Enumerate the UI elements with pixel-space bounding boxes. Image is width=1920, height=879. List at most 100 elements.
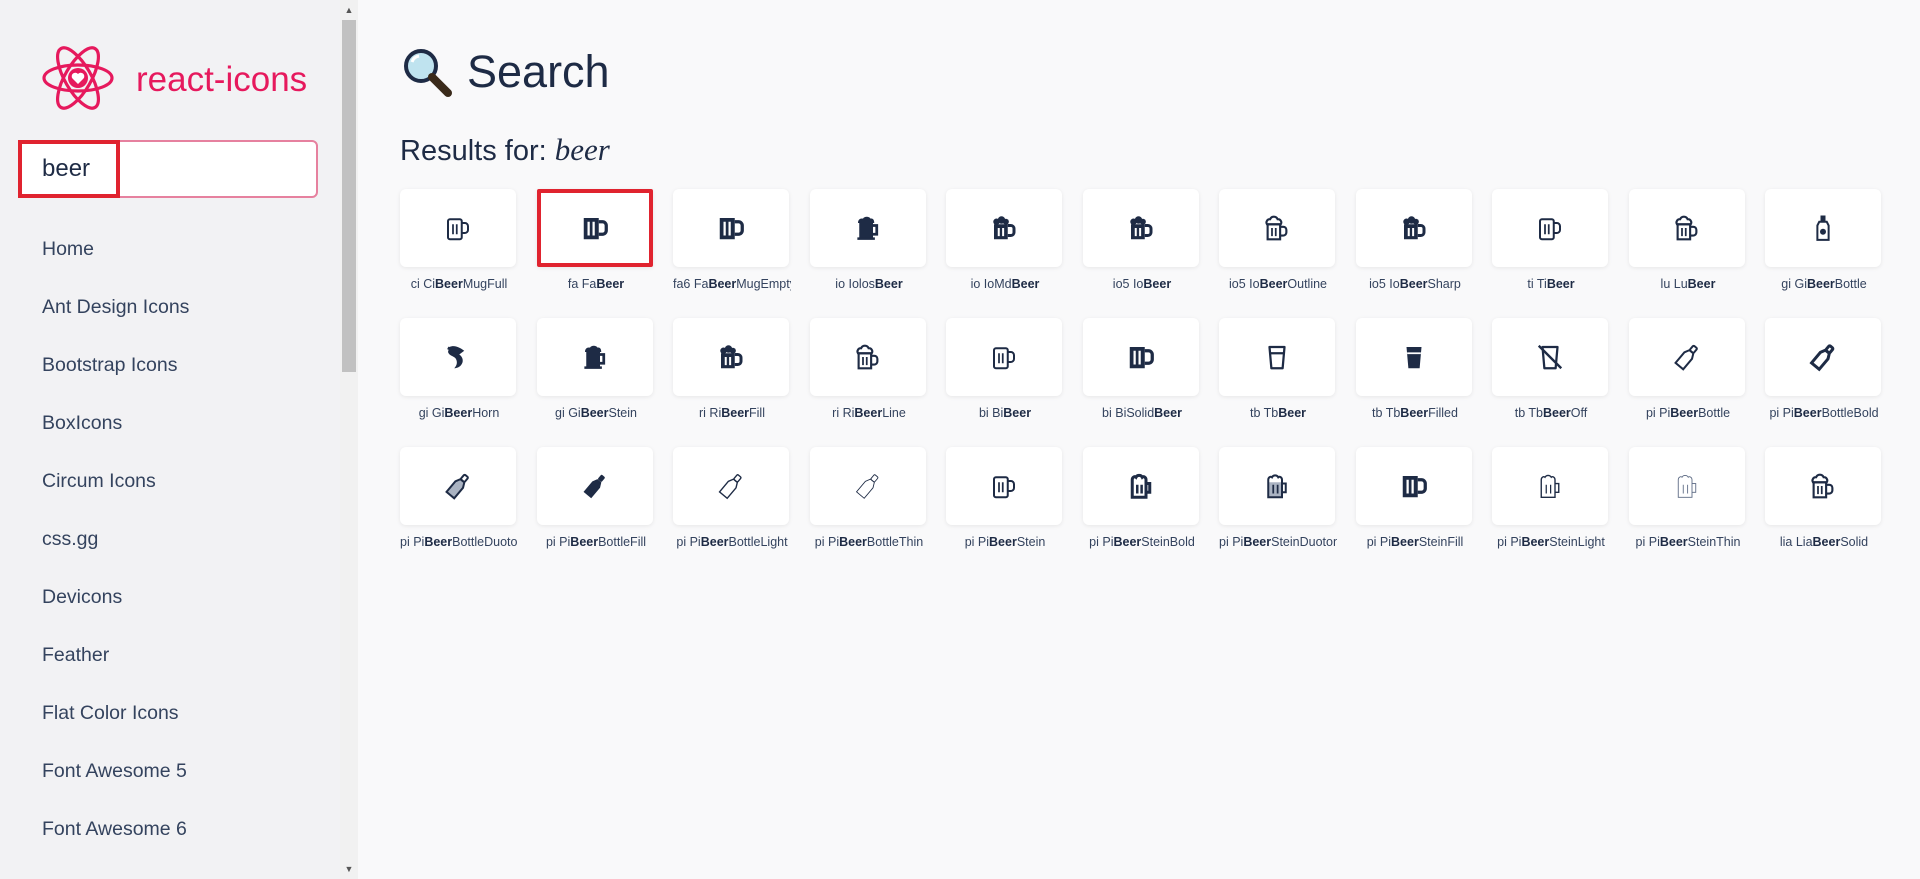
sidebar-item-circum[interactable]: Circum Icons bbox=[0, 452, 340, 510]
icon-card[interactable] bbox=[1629, 447, 1745, 525]
icon-label: gi GiBeerBottle bbox=[1765, 277, 1883, 291]
sidebar-item-boxicons[interactable]: BoxIcons bbox=[0, 394, 340, 452]
sidebar-item-devicons[interactable]: Devicons bbox=[0, 568, 340, 626]
icon-card[interactable] bbox=[1219, 189, 1335, 267]
mug-thin-icon bbox=[1677, 474, 1697, 498]
icon-card[interactable] bbox=[1492, 318, 1608, 396]
icon-card[interactable] bbox=[1765, 447, 1881, 525]
icon-card[interactable] bbox=[400, 318, 516, 396]
icon-label-match: Beer bbox=[1793, 406, 1822, 420]
icon-result[interactable]: pi PiBeerBottle bbox=[1629, 318, 1747, 426]
icon-card[interactable] bbox=[1356, 318, 1472, 396]
icon-result[interactable]: ti TiBeer bbox=[1492, 189, 1610, 297]
icon-result[interactable]: gi GiBeerStein bbox=[537, 318, 655, 426]
icon-result[interactable]: bi BiSolidBeer bbox=[1083, 318, 1201, 426]
icon-result[interactable]: ci CiBeerMugFull bbox=[400, 189, 518, 297]
icon-result[interactable]: ri RiBeerLine bbox=[810, 318, 928, 426]
icon-card[interactable] bbox=[810, 189, 926, 267]
icon-result[interactable]: lu LuBeer bbox=[1629, 189, 1747, 297]
icon-card[interactable] bbox=[1356, 189, 1472, 267]
icon-result[interactable]: pi PiBeerSteinThin bbox=[1629, 447, 1747, 555]
sidebar-item-home[interactable]: Home bbox=[0, 220, 340, 278]
icon-result[interactable]: io5 IoBeerOutline bbox=[1219, 189, 1337, 297]
icon-result[interactable]: pi PiBeerSteinDuotone bbox=[1219, 447, 1337, 555]
icon-card[interactable] bbox=[1219, 318, 1335, 396]
icon-result[interactable]: fa FaBeer bbox=[537, 189, 655, 297]
brand-name[interactable]: react-icons bbox=[136, 60, 307, 100]
icon-result[interactable]: io IoMdBeer bbox=[946, 189, 1064, 297]
icon-card[interactable] bbox=[1629, 189, 1745, 267]
icon-card[interactable] bbox=[1765, 189, 1881, 267]
mug-outline-icon bbox=[993, 476, 1015, 499]
icon-card[interactable] bbox=[673, 447, 789, 525]
icon-label-match: Beer bbox=[854, 406, 883, 420]
scroll-up-arrow-icon[interactable]: ▲ bbox=[340, 2, 358, 18]
icon-card[interactable] bbox=[537, 447, 653, 525]
icon-result[interactable]: lia LiaBeerSolid bbox=[1765, 447, 1883, 555]
icon-label-match: Beer bbox=[1278, 406, 1307, 420]
icon-result[interactable]: gi GiBeerHorn bbox=[400, 318, 518, 426]
icon-result[interactable]: pi PiBeerBottleFill bbox=[537, 447, 655, 555]
icon-label: io5 IoBeerSharp bbox=[1356, 277, 1474, 291]
icon-result[interactable]: pi PiBeerBottleLight bbox=[673, 447, 791, 555]
icon-result[interactable]: ri RiBeerFill bbox=[673, 318, 791, 426]
sidebar-item-font-awesome-6[interactable]: Font Awesome 6 bbox=[0, 800, 340, 858]
icon-card[interactable] bbox=[1083, 318, 1199, 396]
icon-card[interactable] bbox=[537, 189, 653, 267]
sidebar-item-css-gg[interactable]: css.gg bbox=[0, 510, 340, 568]
icon-result[interactable]: pi PiBeerSteinBold bbox=[1083, 447, 1201, 555]
icon-result[interactable]: tb TbBeer bbox=[1219, 318, 1337, 426]
icon-result[interactable]: io5 IoBeer bbox=[1083, 189, 1201, 297]
search-input[interactable] bbox=[20, 142, 316, 196]
icon-card[interactable] bbox=[946, 318, 1062, 396]
icon-card[interactable] bbox=[1629, 318, 1745, 396]
icon-card[interactable] bbox=[946, 447, 1062, 525]
icon-card[interactable] bbox=[1356, 447, 1472, 525]
icon-card[interactable] bbox=[1492, 447, 1608, 525]
icon-result[interactable]: pi PiBeerSteinFill bbox=[1356, 447, 1474, 555]
react-atom-logo-icon[interactable] bbox=[40, 40, 116, 116]
icon-result[interactable]: pi PiBeerBottleDuotone bbox=[400, 447, 518, 555]
icon-card[interactable] bbox=[400, 189, 516, 267]
icon-card[interactable] bbox=[1083, 189, 1199, 267]
icon-result[interactable]: tb TbBeerOff bbox=[1492, 318, 1610, 426]
sidebar-item-ant-design[interactable]: Ant Design Icons bbox=[0, 278, 340, 336]
scroll-down-arrow-icon[interactable]: ▼ bbox=[340, 861, 358, 877]
icon-result[interactable]: gi GiBeerBottle bbox=[1765, 189, 1883, 297]
icon-result[interactable]: pi PiBeerSteinLight bbox=[1492, 447, 1610, 555]
icon-label-prefix: lia Lia bbox=[1779, 535, 1813, 549]
icon-card[interactable] bbox=[1765, 318, 1881, 396]
icon-card[interactable] bbox=[946, 189, 1062, 267]
icon-label-prefix: pi Pi bbox=[964, 535, 990, 549]
mug-bold-icon bbox=[1130, 473, 1152, 499]
sidebar-item-bootstrap[interactable]: Bootstrap Icons bbox=[0, 336, 340, 394]
icon-result[interactable]: bi BiBeer bbox=[946, 318, 1064, 426]
icon-result[interactable]: io IolosBeer bbox=[810, 189, 928, 297]
icon-label-suffix: Filled bbox=[1428, 406, 1458, 420]
icon-card[interactable] bbox=[400, 447, 516, 525]
icon-card[interactable] bbox=[673, 318, 789, 396]
icon-card[interactable] bbox=[810, 447, 926, 525]
icon-result[interactable]: pi PiBeerStein bbox=[946, 447, 1064, 555]
icon-label: tb TbBeerOff bbox=[1492, 406, 1610, 420]
icon-card[interactable] bbox=[810, 318, 926, 396]
icon-card[interactable] bbox=[1492, 189, 1608, 267]
icon-card[interactable] bbox=[1219, 447, 1335, 525]
icon-result[interactable]: io5 IoBeerSharp bbox=[1356, 189, 1474, 297]
mug-outline-icon bbox=[447, 218, 469, 241]
icon-result[interactable]: fa6 FaBeerMugEmpty bbox=[673, 189, 791, 297]
sidebar-item-font-awesome-5[interactable]: Font Awesome 5 bbox=[0, 742, 340, 800]
icon-card[interactable] bbox=[1083, 447, 1199, 525]
mug-foam-icon bbox=[1130, 216, 1153, 240]
mug-bars-icon bbox=[1402, 476, 1427, 498]
icon-result[interactable]: pi PiBeerBottleThin bbox=[810, 447, 928, 555]
sidebar-scrollbar[interactable]: ▲ ▼ bbox=[340, 0, 358, 879]
icon-card[interactable] bbox=[537, 318, 653, 396]
icon-label-suffix: SteinBold bbox=[1141, 535, 1195, 549]
sidebar-item-feather[interactable]: Feather bbox=[0, 626, 340, 684]
icon-result[interactable]: pi PiBeerBottleBold bbox=[1765, 318, 1883, 426]
icon-card[interactable] bbox=[673, 189, 789, 267]
icon-result[interactable]: tb TbBeerFilled bbox=[1356, 318, 1474, 426]
scroll-thumb[interactable] bbox=[342, 20, 356, 372]
sidebar-item-flat-color[interactable]: Flat Color Icons bbox=[0, 684, 340, 742]
